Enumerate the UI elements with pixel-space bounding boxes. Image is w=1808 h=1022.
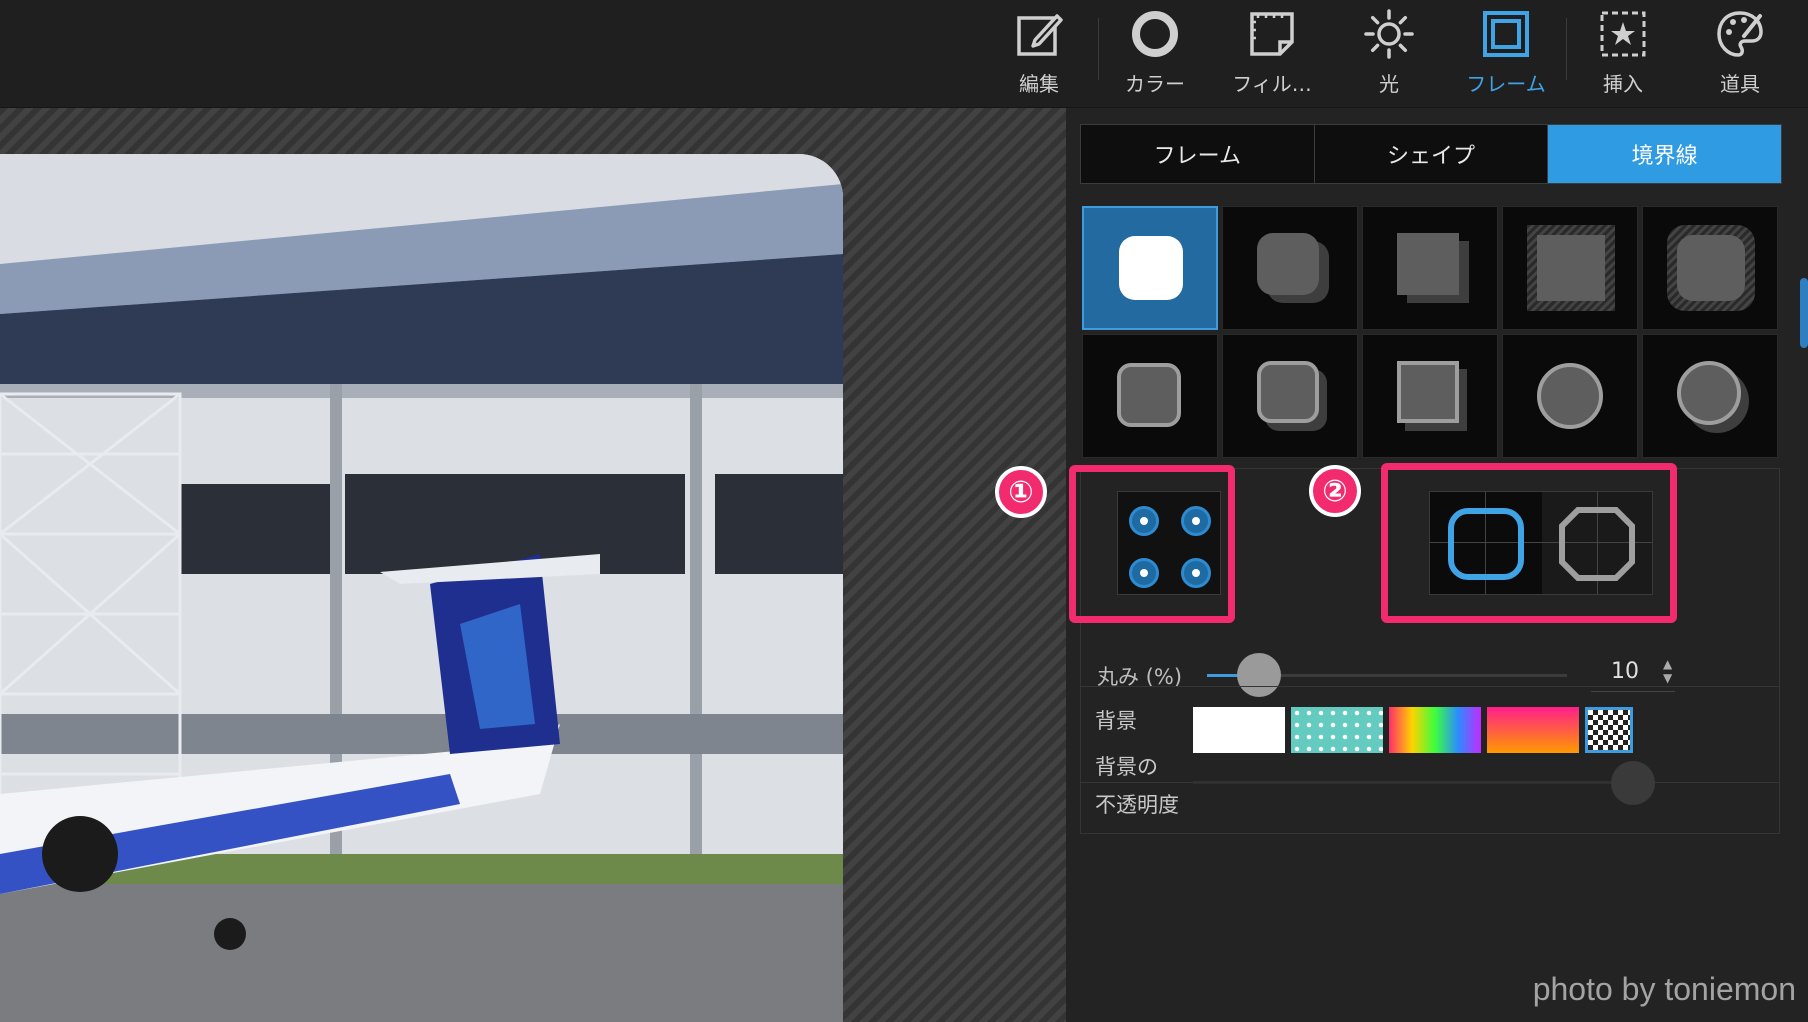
sun-icon [1364,9,1414,59]
tool-tools-label: 道具 [1720,72,1760,96]
star-frame-icon [1600,11,1646,57]
tool-insert[interactable]: 挿入 [1567,8,1679,100]
background-swatch-transparent[interactable] [1585,707,1633,753]
airplane-hangar-photo [0,154,843,1022]
tool-tools[interactable]: 道具 [1684,8,1796,100]
opacity-slider-knob[interactable] [1611,761,1655,805]
border-style-option[interactable] [1642,206,1778,330]
border-style-option[interactable] [1222,206,1358,330]
frame-settings-panel: フレーム シェイプ 境界線 ① ② 丸み (%) 10 ▲ ▼ 背景 背景の 不… [995,108,1808,1022]
opacity-label-line1: 背景の [1095,755,1158,779]
background-label: 背景 [1095,709,1137,733]
highlight-box-2 [1381,463,1677,623]
callout-badge-1: ① [995,466,1047,518]
border-style-option[interactable] [1362,334,1498,458]
tool-frame-label: フレーム [1466,72,1546,96]
border-style-option[interactable] [1642,334,1778,458]
film-frame-icon [1250,12,1294,56]
tool-insert-label: 挿入 [1603,72,1643,96]
top-toolbar: 編集 カラー フィル… 光 フレーム 挿入 道具 [0,0,1808,108]
border-style-option[interactable] [1502,334,1638,458]
background-swatch-sunset[interactable] [1487,707,1579,753]
tool-color[interactable]: カラー [1099,8,1211,100]
tool-light-label: 光 [1379,72,1399,96]
tool-edit-label: 編集 [1019,72,1059,96]
background-swatch-dots[interactable] [1291,707,1383,753]
roundness-stepper-down[interactable]: ▼ [1663,672,1672,684]
border-style-option[interactable] [1082,334,1218,458]
tool-edit[interactable]: 編集 [983,8,1095,100]
border-style-option[interactable] [1082,206,1218,330]
border-style-option[interactable] [1502,206,1638,330]
tab-frame[interactable]: フレーム [1081,125,1315,183]
callout-badge-2: ② [1309,465,1361,517]
border-style-option[interactable] [1362,206,1498,330]
tab-border[interactable]: 境界線 [1548,125,1782,183]
panel-scrollbar[interactable] [1800,278,1808,348]
tool-color-label: カラー [1125,72,1185,96]
tool-frame[interactable]: フレーム [1450,8,1562,100]
edit-icon [1017,14,1063,56]
opacity-slider-track[interactable] [1193,781,1633,784]
background-settings-group: 背景 背景の 不透明度 [1080,686,1780,834]
tab-shape[interactable]: シェイプ [1314,125,1549,183]
editor-canvas [0,108,1066,1022]
background-swatch-white[interactable] [1193,707,1285,753]
frame-mode-tabs: フレーム シェイプ 境界線 [1080,124,1782,184]
border-style-grid [1082,206,1780,458]
frame-icon [1483,11,1529,57]
photo-preview[interactable] [0,154,843,1022]
palette-brush-icon [1717,11,1763,57]
background-swatch-rainbow[interactable] [1389,707,1481,753]
tool-filter-label: フィル… [1232,72,1312,96]
border-style-option[interactable] [1222,334,1358,458]
roundness-value[interactable]: 10 [1611,659,1639,684]
photo-credit: photo by toniemon [1532,971,1796,1007]
highlight-box-1 [1069,465,1235,623]
tool-light[interactable]: 光 [1333,8,1445,100]
opacity-label-line2: 不透明度 [1095,793,1179,817]
roundness-stepper-up[interactable]: ▲ [1663,658,1672,670]
tool-filter[interactable]: フィル… [1216,8,1328,100]
color-ring-icon [1132,11,1178,57]
